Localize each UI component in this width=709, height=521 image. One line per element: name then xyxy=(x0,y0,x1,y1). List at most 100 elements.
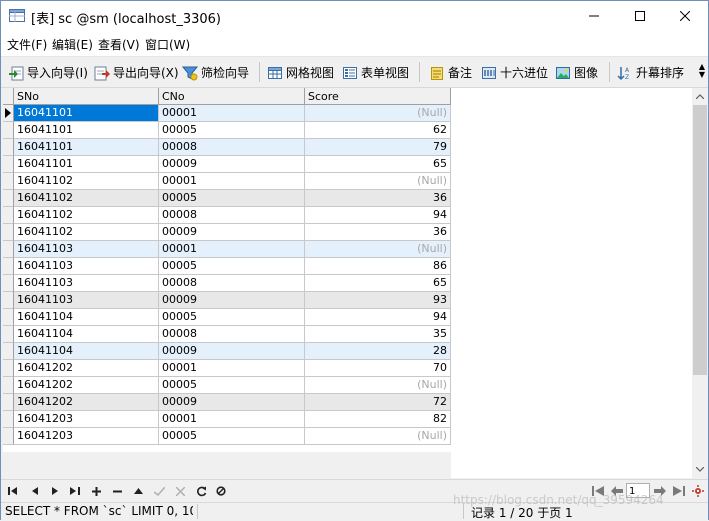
cell-sno[interactable]: 16041102 xyxy=(14,224,159,241)
cell-cno[interactable]: 00005 xyxy=(159,122,305,139)
cell-score[interactable]: (Null) xyxy=(305,241,451,258)
close-button[interactable] xyxy=(662,1,708,31)
move-up-button[interactable] xyxy=(131,484,145,498)
cell-cno[interactable]: 00005 xyxy=(159,190,305,207)
row-selector[interactable] xyxy=(3,309,14,326)
cell-score[interactable]: 36 xyxy=(305,190,451,207)
row-selector[interactable] xyxy=(3,207,14,224)
stop-button[interactable] xyxy=(214,484,228,498)
maximize-button[interactable] xyxy=(617,1,663,31)
last-page-button[interactable] xyxy=(672,484,686,498)
table-row[interactable]: 16041202 00005 (Null) xyxy=(3,377,451,394)
memo-button[interactable]: 备注 xyxy=(429,63,472,82)
cell-score[interactable]: 79 xyxy=(305,139,451,156)
cell-cno[interactable]: 00009 xyxy=(159,156,305,173)
cell-cno[interactable]: 00005 xyxy=(159,428,305,445)
delete-record-button[interactable] xyxy=(110,484,124,498)
vertical-scrollbar[interactable] xyxy=(692,88,708,478)
table-row[interactable]: 16041101 00009 65 xyxy=(3,156,451,173)
cell-cno[interactable]: 00001 xyxy=(159,411,305,428)
form-view-button[interactable]: 表单视图 xyxy=(342,63,409,82)
row-selector[interactable] xyxy=(3,224,14,241)
row-selector[interactable] xyxy=(3,190,14,207)
cell-score[interactable]: (Null) xyxy=(305,428,451,445)
table-row[interactable]: 16041101 00005 62 xyxy=(3,122,451,139)
export-wizard-button[interactable]: 导出向导(X) xyxy=(94,63,179,82)
row-selector[interactable] xyxy=(3,377,14,394)
sort-ascending-button[interactable]: A Z 升幕排序 xyxy=(617,63,684,82)
cell-sno[interactable]: 16041202 xyxy=(14,377,159,394)
cell-sno[interactable]: 16041102 xyxy=(14,190,159,207)
cell-sno[interactable]: 16041102 xyxy=(14,173,159,190)
row-selector[interactable] xyxy=(3,258,14,275)
table-row[interactable]: 16041103 00001 (Null) xyxy=(3,241,451,258)
cell-sno[interactable]: 16041101 xyxy=(14,156,159,173)
cell-sno[interactable]: 16041101 xyxy=(14,105,159,122)
table-row[interactable]: 16041104 00005 94 xyxy=(3,309,451,326)
cell-score[interactable]: 36 xyxy=(305,224,451,241)
cell-cno[interactable]: 00009 xyxy=(159,224,305,241)
cell-cno[interactable]: 00008 xyxy=(159,139,305,156)
cell-sno[interactable]: 16041101 xyxy=(14,122,159,139)
cell-sno[interactable]: 16041202 xyxy=(14,394,159,411)
cell-sno[interactable]: 16041101 xyxy=(14,139,159,156)
table-row[interactable]: 16041202 00001 70 xyxy=(3,360,451,377)
cell-score[interactable]: (Null) xyxy=(305,105,451,122)
cell-cno[interactable]: 00008 xyxy=(159,326,305,343)
import-wizard-button[interactable]: 导入向导(I) xyxy=(8,63,88,82)
row-selector[interactable] xyxy=(3,105,14,122)
row-selector[interactable] xyxy=(3,326,14,343)
row-selector[interactable] xyxy=(3,173,14,190)
row-selector[interactable] xyxy=(3,360,14,377)
cell-score[interactable]: 65 xyxy=(305,275,451,292)
cell-score[interactable]: 72 xyxy=(305,394,451,411)
cell-score[interactable]: 65 xyxy=(305,156,451,173)
cell-score[interactable]: 70 xyxy=(305,360,451,377)
cell-cno[interactable]: 00005 xyxy=(159,377,305,394)
table-row[interactable]: 16041101 00008 79 xyxy=(3,139,451,156)
row-selector[interactable] xyxy=(3,411,14,428)
column-header-cno[interactable]: CNo xyxy=(159,88,305,105)
cell-sno[interactable]: 16041104 xyxy=(14,326,159,343)
cell-sno[interactable]: 16041103 xyxy=(14,258,159,275)
cell-sno[interactable]: 16041102 xyxy=(14,207,159,224)
cell-sno[interactable]: 16041103 xyxy=(14,241,159,258)
row-selector[interactable] xyxy=(3,139,14,156)
cell-score[interactable]: 86 xyxy=(305,258,451,275)
scroll-thumb[interactable] xyxy=(693,105,707,375)
cell-cno[interactable]: 00001 xyxy=(159,173,305,190)
page-settings-button[interactable] xyxy=(691,484,705,498)
cell-score[interactable]: 94 xyxy=(305,309,451,326)
cell-score[interactable]: 28 xyxy=(305,343,451,360)
refresh-button[interactable] xyxy=(194,484,208,498)
table-row[interactable]: 16041102 00005 36 xyxy=(3,190,451,207)
table-row[interactable]: 16041202 00009 72 xyxy=(3,394,451,411)
cell-cno[interactable]: 00008 xyxy=(159,207,305,224)
minimize-button[interactable] xyxy=(571,1,617,31)
menu-edit[interactable]: 编辑(E) xyxy=(52,36,93,53)
table-row[interactable]: 16041103 00009 93 xyxy=(3,292,451,309)
table-row[interactable]: 16041103 00008 65 xyxy=(3,275,451,292)
row-selector[interactable] xyxy=(3,122,14,139)
last-record-button[interactable] xyxy=(68,484,82,498)
cell-cno[interactable]: 00009 xyxy=(159,292,305,309)
row-selector[interactable] xyxy=(3,292,14,309)
row-selector[interactable] xyxy=(3,428,14,445)
column-header-score[interactable]: Score xyxy=(305,88,451,105)
column-header-sno[interactable]: SNo xyxy=(14,88,159,105)
cell-cno[interactable]: 00001 xyxy=(159,105,305,122)
table-row[interactable]: 16041104 00008 35 xyxy=(3,326,451,343)
cell-sno[interactable]: 16041104 xyxy=(14,309,159,326)
scroll-down-button[interactable] xyxy=(692,461,708,478)
row-selector[interactable] xyxy=(3,156,14,173)
cell-cno[interactable]: 00005 xyxy=(159,258,305,275)
cell-sno[interactable]: 16041104 xyxy=(14,343,159,360)
table-row[interactable]: 16041103 00005 86 xyxy=(3,258,451,275)
cell-score[interactable]: 35 xyxy=(305,326,451,343)
cell-cno[interactable]: 00009 xyxy=(159,394,305,411)
cell-score[interactable]: (Null) xyxy=(305,377,451,394)
first-record-button[interactable] xyxy=(6,484,20,498)
previous-record-button[interactable] xyxy=(27,484,41,498)
image-button[interactable]: 图像 xyxy=(555,63,598,82)
cell-sno[interactable]: 16041202 xyxy=(14,360,159,377)
